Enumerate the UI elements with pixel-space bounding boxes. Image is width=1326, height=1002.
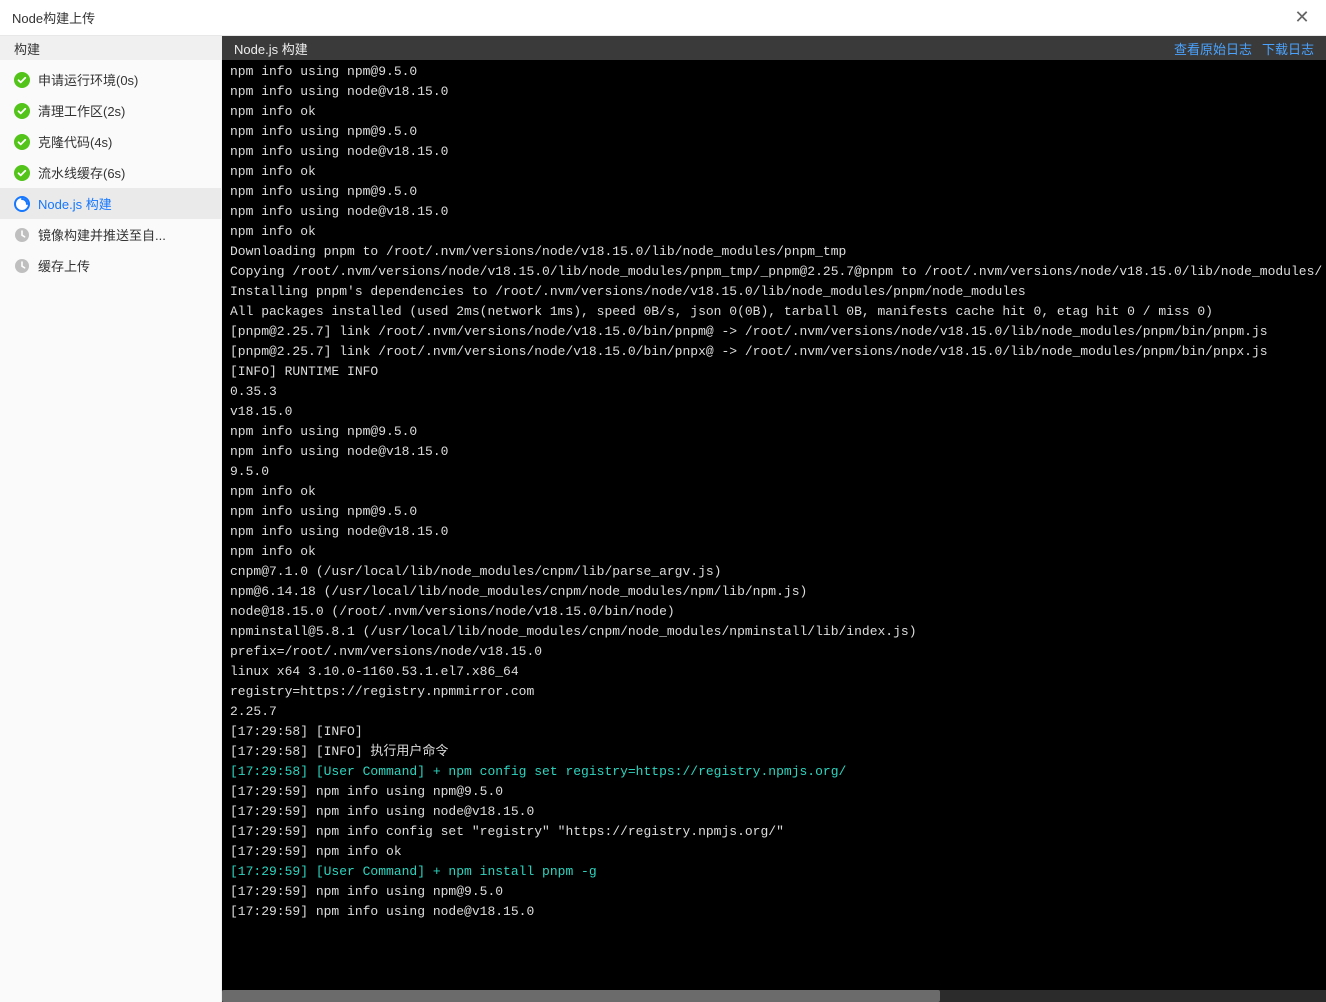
main-title: Node.js 构建 xyxy=(234,39,308,58)
log-line: Copying /root/.nvm/versions/node/v18.15.… xyxy=(230,262,1318,282)
log-line: [17:29:59] npm info using npm@9.5.0 xyxy=(230,782,1318,802)
log-output[interactable]: npm info using npm@9.5.0npm info using n… xyxy=(222,60,1326,990)
log-line: npm info using node@v18.15.0 xyxy=(230,202,1318,222)
log-line: node@18.15.0 (/root/.nvm/versions/node/v… xyxy=(230,602,1318,622)
sidebar-list: 申请运行环境(0s) 清理工作区(2s) 克隆代码(4s) 流水线缓存(6s) Node… xyxy=(0,60,221,281)
view-raw-log-link[interactable]: 查看原始日志 xyxy=(1174,39,1252,58)
log-line: npm info using node@v18.15.0 xyxy=(230,142,1318,162)
log-line: Installing pnpm's dependencies to /root/… xyxy=(230,282,1318,302)
success-icon xyxy=(14,134,30,150)
log-line: npm info using node@v18.15.0 xyxy=(230,442,1318,462)
log-line: npm info using node@v18.15.0 xyxy=(230,522,1318,542)
sidebar-item-step-6[interactable]: 缓存上传 xyxy=(0,250,221,281)
log-line: 2.25.7 xyxy=(230,702,1318,722)
main-header: Node.js 构建 查看原始日志 下载日志 xyxy=(222,36,1326,60)
sidebar-item-label: 克隆代码(4s) xyxy=(38,132,112,151)
log-line: npm info using node@v18.15.0 xyxy=(230,82,1318,102)
titlebar: Node构建上传 ✕ xyxy=(0,0,1326,36)
sidebar-item-label: Node.js 构建 xyxy=(38,194,112,213)
close-icon[interactable]: ✕ xyxy=(1290,7,1314,28)
log-line: Downloading pnpm to /root/.nvm/versions/… xyxy=(230,242,1318,262)
log-line: [17:29:59] npm info using npm@9.5.0 xyxy=(230,882,1318,902)
log-line: npm info ok xyxy=(230,482,1318,502)
window-title: Node构建上传 xyxy=(12,8,95,27)
log-line: npm info using npm@9.5.0 xyxy=(230,62,1318,82)
pending-icon xyxy=(14,227,30,243)
success-icon xyxy=(14,165,30,181)
log-line: linux x64 3.10.0-1160.53.1.el7.x86_64 xyxy=(230,662,1318,682)
log-line: All packages installed (used 2ms(network… xyxy=(230,302,1318,322)
log-line: [17:29:59] [User Command] + npm install … xyxy=(230,862,1318,882)
log-line: [17:29:59] npm info using node@v18.15.0 xyxy=(230,902,1318,922)
sidebar-item-step-2[interactable]: 克隆代码(4s) xyxy=(0,126,221,157)
sidebar-item-label: 清理工作区(2s) xyxy=(38,101,125,120)
pending-icon xyxy=(14,258,30,274)
sidebar-item-step-4[interactable]: Node.js 构建 xyxy=(0,188,221,219)
log-line: npm info ok xyxy=(230,162,1318,182)
log-line: [17:29:58] [INFO] xyxy=(230,722,1318,742)
log-line: [INFO] RUNTIME INFO xyxy=(230,362,1318,382)
log-line: 0.35.3 xyxy=(230,382,1318,402)
log-line: npminstall@5.8.1 (/usr/local/lib/node_mo… xyxy=(230,622,1318,642)
log-line: [17:29:59] npm info config set "registry… xyxy=(230,822,1318,842)
log-line: registry=https://registry.npmmirror.com xyxy=(230,682,1318,702)
log-line: npm info ok xyxy=(230,222,1318,242)
log-line: [17:29:58] [User Command] + npm config s… xyxy=(230,762,1318,782)
running-icon xyxy=(14,196,30,212)
log-line: npm info using npm@9.5.0 xyxy=(230,502,1318,522)
sidebar-item-step-0[interactable]: 申请运行环境(0s) xyxy=(0,64,221,95)
log-line: npm info ok xyxy=(230,542,1318,562)
download-log-link[interactable]: 下载日志 xyxy=(1262,39,1314,58)
log-line: [17:29:58] [INFO] 执行用户命令 xyxy=(230,742,1318,762)
main-panel: Node.js 构建 查看原始日志 下载日志 npm info using np… xyxy=(222,36,1326,1002)
log-line: 9.5.0 xyxy=(230,462,1318,482)
log-line: [pnpm@2.25.7] link /root/.nvm/versions/n… xyxy=(230,342,1318,362)
log-line: [pnpm@2.25.7] link /root/.nvm/versions/n… xyxy=(230,322,1318,342)
sidebar-item-step-1[interactable]: 清理工作区(2s) xyxy=(0,95,221,126)
success-icon xyxy=(14,103,30,119)
log-line: npm info using npm@9.5.0 xyxy=(230,422,1318,442)
sidebar-item-step-3[interactable]: 流水线缓存(6s) xyxy=(0,157,221,188)
log-line: npm info using npm@9.5.0 xyxy=(230,182,1318,202)
success-icon xyxy=(14,72,30,88)
log-line: npm info using npm@9.5.0 xyxy=(230,122,1318,142)
log-line: [17:29:59] npm info using node@v18.15.0 xyxy=(230,802,1318,822)
sidebar: 构建 申请运行环境(0s) 清理工作区(2s) 克隆代码(4s) 流水线缓存(6s) N… xyxy=(0,36,222,1002)
log-line: v18.15.0 xyxy=(230,402,1318,422)
log-line: [17:29:59] npm info ok xyxy=(230,842,1318,862)
log-line: npm info ok xyxy=(230,102,1318,122)
log-line: cnpm@7.1.0 (/usr/local/lib/node_modules/… xyxy=(230,562,1318,582)
sidebar-item-step-5[interactable]: 镜像构建并推送至自... xyxy=(0,219,221,250)
log-line: npm@6.14.18 (/usr/local/lib/node_modules… xyxy=(230,582,1318,602)
sidebar-item-label: 流水线缓存(6s) xyxy=(38,163,125,182)
horizontal-scrollbar[interactable] xyxy=(222,990,1326,1002)
scrollbar-thumb[interactable] xyxy=(222,990,940,1002)
sidebar-item-label: 申请运行环境(0s) xyxy=(38,70,138,89)
log-line: prefix=/root/.nvm/versions/node/v18.15.0 xyxy=(230,642,1318,662)
sidebar-item-label: 镜像构建并推送至自... xyxy=(38,225,166,244)
sidebar-item-label: 缓存上传 xyxy=(38,256,90,275)
sidebar-header: 构建 xyxy=(0,36,221,60)
